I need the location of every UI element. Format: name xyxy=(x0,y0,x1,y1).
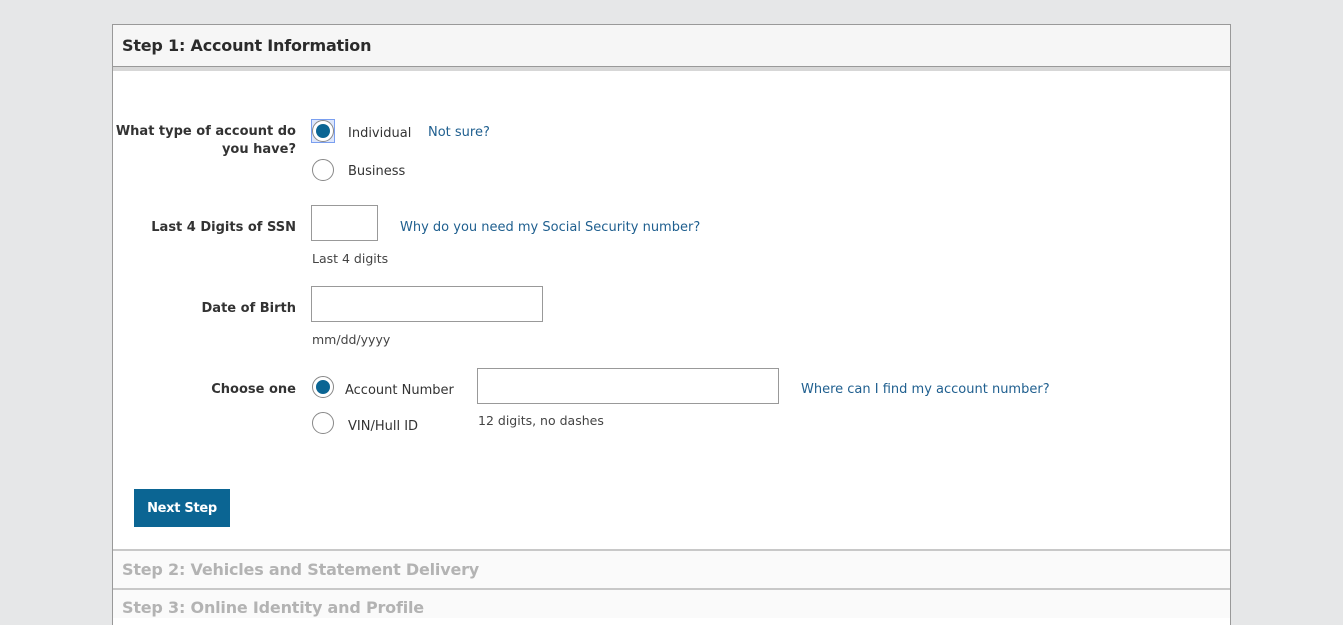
ssn-hint: Last 4 digits xyxy=(312,251,389,266)
step-2-title: Step 2: Vehicles and Statement Delivery xyxy=(122,560,480,579)
account-number-input[interactable] xyxy=(477,368,779,404)
step-3-header[interactable]: Step 3: Online Identity and Profile xyxy=(113,588,1230,618)
individual-radio[interactable] xyxy=(312,120,334,142)
dob-hint: mm/dd/yyyy xyxy=(312,332,391,347)
account-number-hint: 12 digits, no dashes xyxy=(478,413,604,428)
find-account-number-link[interactable]: Where can I find my account number? xyxy=(801,381,1050,399)
business-label[interactable]: Business xyxy=(348,163,405,181)
registration-panel: Step 1: Account Information What type of… xyxy=(112,24,1231,625)
not-sure-link[interactable]: Not sure? xyxy=(428,124,490,142)
individual-label[interactable]: Individual xyxy=(348,125,411,143)
choose-one-label: Choose one xyxy=(211,382,296,397)
step-1-title: Step 1: Account Information xyxy=(122,36,372,55)
dob-input[interactable] xyxy=(311,286,543,322)
account-type-label: What type of account do you have? xyxy=(115,124,296,157)
vin-hull-label[interactable]: VIN/Hull ID xyxy=(348,418,418,436)
step-1-header[interactable]: Step 1: Account Information xyxy=(113,25,1230,67)
ssn-label: Last 4 Digits of SSN xyxy=(151,220,296,235)
step-1-body: What type of account do you have? Indivi… xyxy=(113,71,1230,549)
dob-label: Date of Birth xyxy=(201,301,296,316)
vin-hull-radio[interactable] xyxy=(312,412,334,434)
ssn-input[interactable] xyxy=(311,205,378,241)
ssn-why-link[interactable]: Why do you need my Social Security numbe… xyxy=(400,219,700,237)
next-step-button[interactable]: Next Step xyxy=(134,489,230,527)
account-number-radio[interactable] xyxy=(312,376,334,398)
business-radio[interactable] xyxy=(312,159,334,181)
account-number-label[interactable]: Account Number xyxy=(345,382,454,400)
step-2-header[interactable]: Step 2: Vehicles and Statement Delivery xyxy=(113,549,1230,588)
